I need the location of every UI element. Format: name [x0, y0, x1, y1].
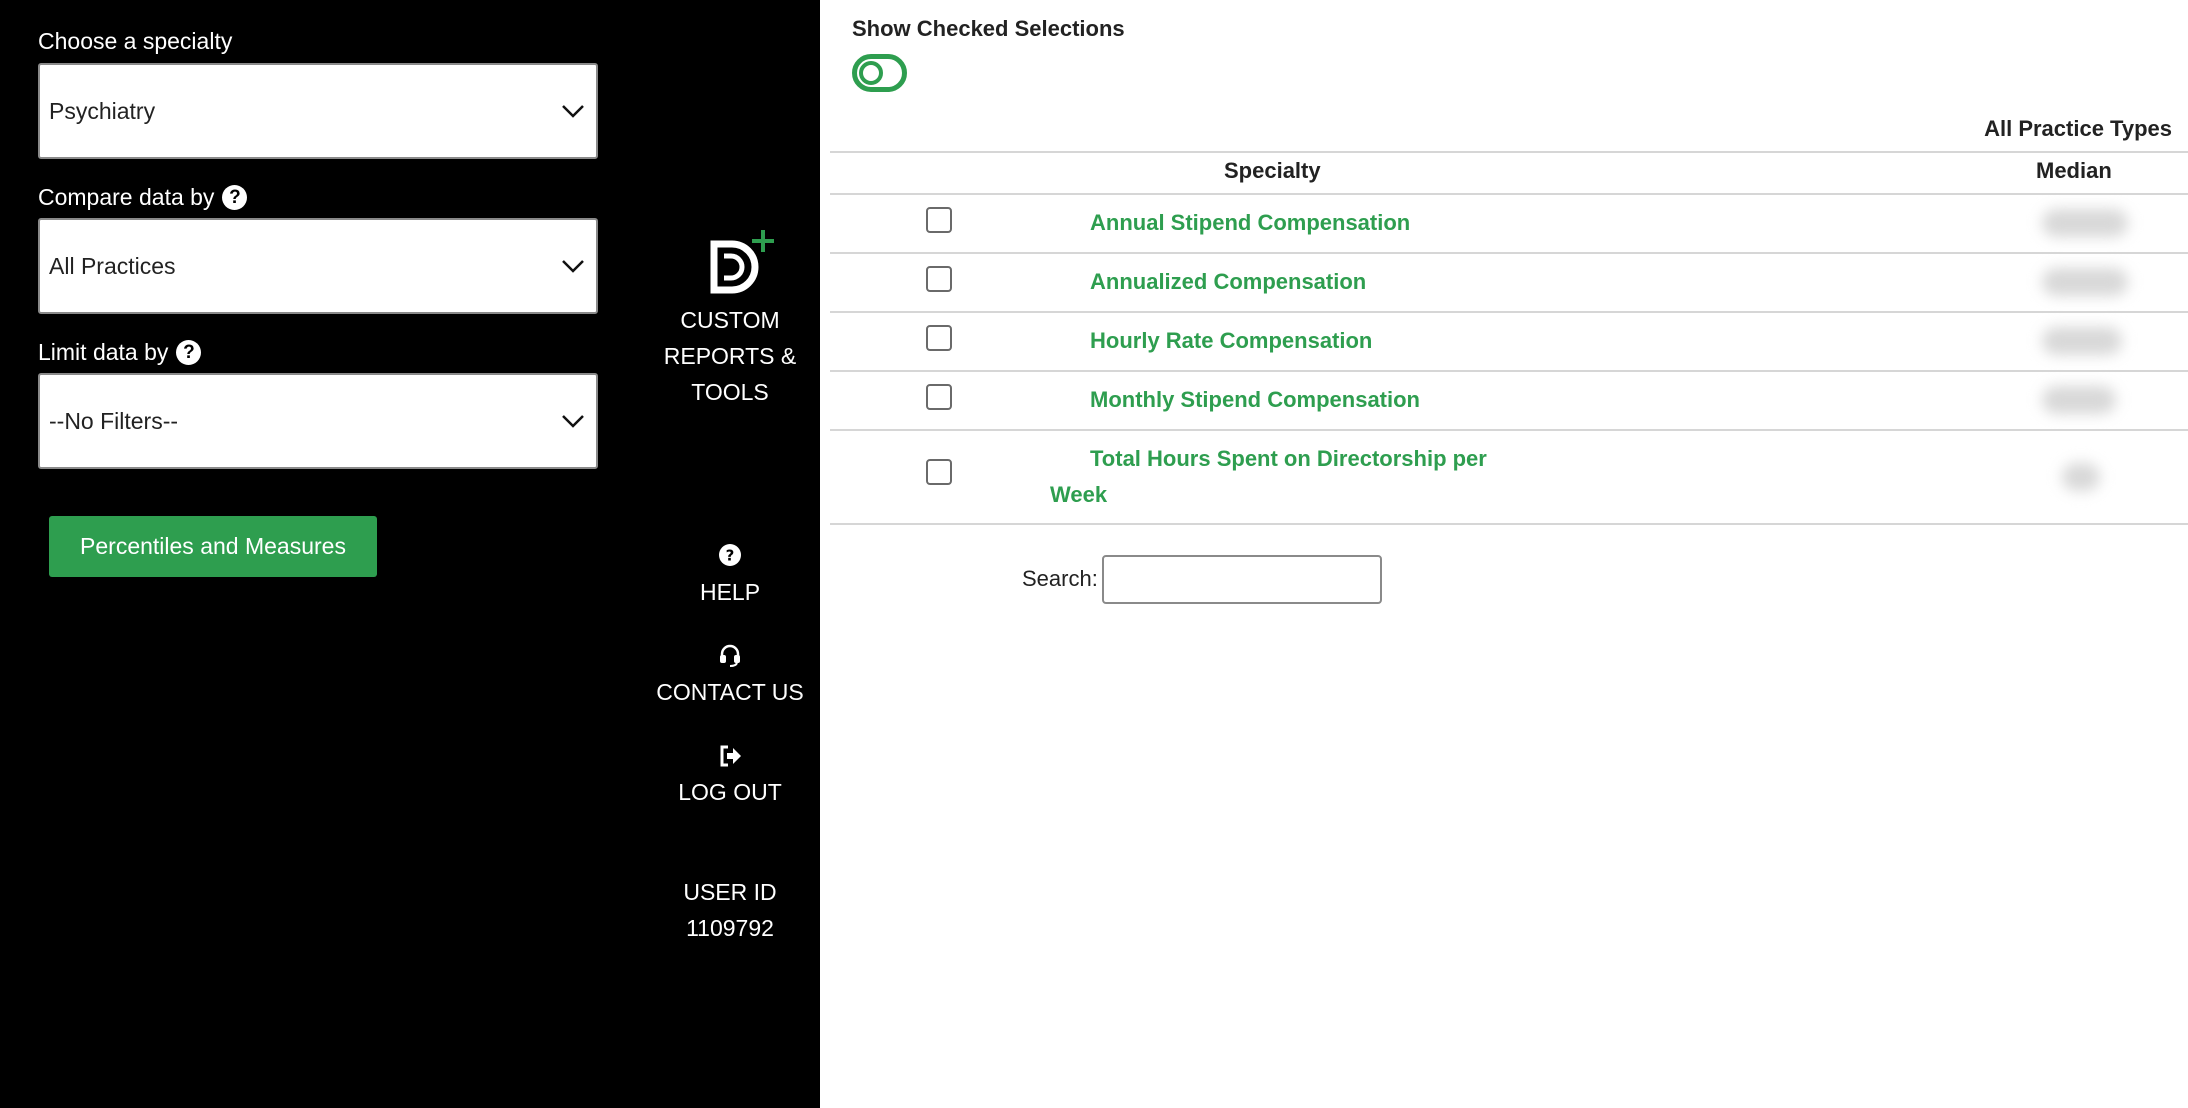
median-value: [2042, 327, 2122, 355]
row-label[interactable]: Annualized Compensation: [1090, 269, 1366, 295]
search-input[interactable]: [1102, 555, 1382, 604]
row-checkbox[interactable]: [926, 384, 952, 410]
table-row: Annualized Compensation: [830, 254, 2188, 312]
show-checked-toggle[interactable]: [852, 54, 907, 92]
headset-icon[interactable]: [718, 643, 742, 667]
median-value: [2062, 463, 2100, 491]
table-row: Monthly Stipend Compensation: [830, 372, 2188, 430]
filter-panel: Choose a specialty Psychiatry Compare da…: [0, 0, 640, 1108]
table-row: Annual Stipend Compensation: [830, 195, 2188, 253]
help-icon[interactable]: ?: [222, 185, 248, 210]
percentiles-measures-button[interactable]: Percentiles and Measures: [49, 516, 377, 577]
side-nav: CUSTOM REPORTS & TOOLS ? HELP CONTACT US…: [640, 0, 820, 1108]
specialty-select-value: Psychiatry: [49, 97, 156, 124]
user-id-label: USER ID: [683, 879, 777, 905]
svg-text:?: ?: [726, 547, 735, 565]
chevron-down-icon: [562, 105, 584, 118]
row-divider: [830, 523, 2188, 525]
row-label[interactable]: Monthly Stipend Compensation: [1090, 387, 1420, 413]
compare-select-value: All Practices: [49, 252, 176, 279]
specialty-label: Choose a specialty: [38, 28, 233, 54]
header-divider: [830, 151, 2188, 153]
show-checked-label: Show Checked Selections: [852, 16, 1125, 41]
help-circle-icon[interactable]: ?: [718, 543, 742, 567]
compare-select[interactable]: All Practices: [38, 218, 598, 314]
row-label[interactable]: Total Hours Spent on Directorship per We…: [1050, 441, 1530, 513]
compare-label: Compare data by ?: [38, 184, 248, 211]
row-checkbox[interactable]: [926, 325, 952, 351]
limit-select[interactable]: --No Filters--: [38, 373, 598, 469]
custom-reports-link[interactable]: CUSTOM REPORTS & TOOLS: [640, 302, 820, 410]
table-row: Hourly Rate Compensation: [830, 313, 2188, 371]
search-label: Search:: [1022, 566, 1098, 591]
brand-logo-icon[interactable]: [704, 228, 782, 300]
row-label[interactable]: Hourly Rate Compensation: [1090, 328, 1372, 354]
specialty-select[interactable]: Psychiatry: [38, 63, 598, 159]
specialty-column-header[interactable]: Specialty: [1224, 158, 1321, 184]
table-row: Total Hours Spent on Directorship per We…: [830, 431, 2188, 523]
chevron-down-icon: [562, 415, 584, 428]
help-link[interactable]: HELP: [640, 574, 820, 610]
row-checkbox[interactable]: [926, 207, 952, 233]
practice-types-header: All Practice Types: [1984, 116, 2172, 141]
contact-us-link[interactable]: CONTACT US: [640, 674, 820, 710]
row-checkbox[interactable]: [926, 266, 952, 292]
row-label[interactable]: Annual Stipend Compensation: [1090, 210, 1410, 236]
row-checkbox[interactable]: [926, 459, 952, 485]
user-id-value: 1109792: [686, 915, 774, 941]
chevron-down-icon: [562, 260, 584, 273]
median-value: [2042, 268, 2128, 296]
median-value: [2042, 386, 2116, 414]
limit-select-value: --No Filters--: [49, 407, 179, 434]
median-column-header[interactable]: Median: [2036, 158, 2112, 184]
limit-label: Limit data by ?: [38, 339, 202, 366]
logout-icon[interactable]: [718, 744, 742, 768]
help-icon[interactable]: ?: [176, 340, 202, 365]
logout-link[interactable]: LOG OUT: [640, 774, 820, 810]
results-panel: Show Checked Selections All Practice Typ…: [820, 0, 2188, 1108]
median-value: [2042, 209, 2128, 237]
toggle-knob: [859, 61, 883, 85]
